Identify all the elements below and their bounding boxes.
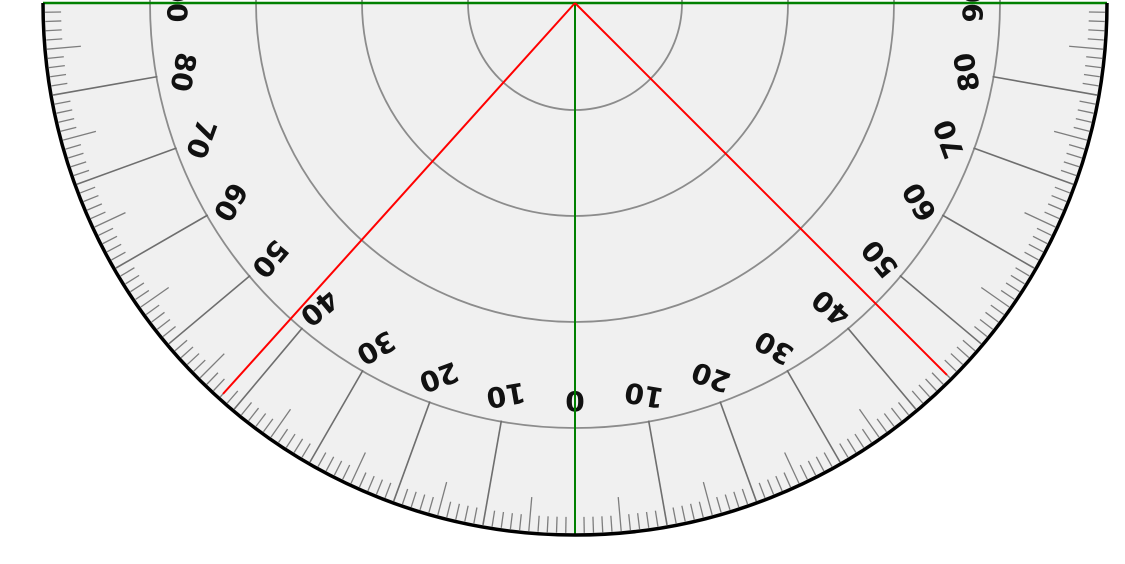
degree-tick (592, 516, 595, 533)
degree-tick (45, 29, 62, 32)
degree-tick (601, 516, 604, 533)
degree-tick (1088, 20, 1105, 23)
degree-label: 80 (163, 50, 202, 94)
degree-tick (45, 20, 62, 23)
degree-label: 10 (484, 375, 528, 414)
protractor-diagram: 010 1020 2030 3040 4050 5060 6070 7080 8090 90 (41, 0, 1109, 537)
degree-tick (1088, 29, 1105, 32)
degree-label: 80 (947, 50, 986, 94)
degree-tick (555, 516, 558, 533)
degree-label: 10 (622, 375, 666, 414)
degree-tick (546, 516, 549, 533)
